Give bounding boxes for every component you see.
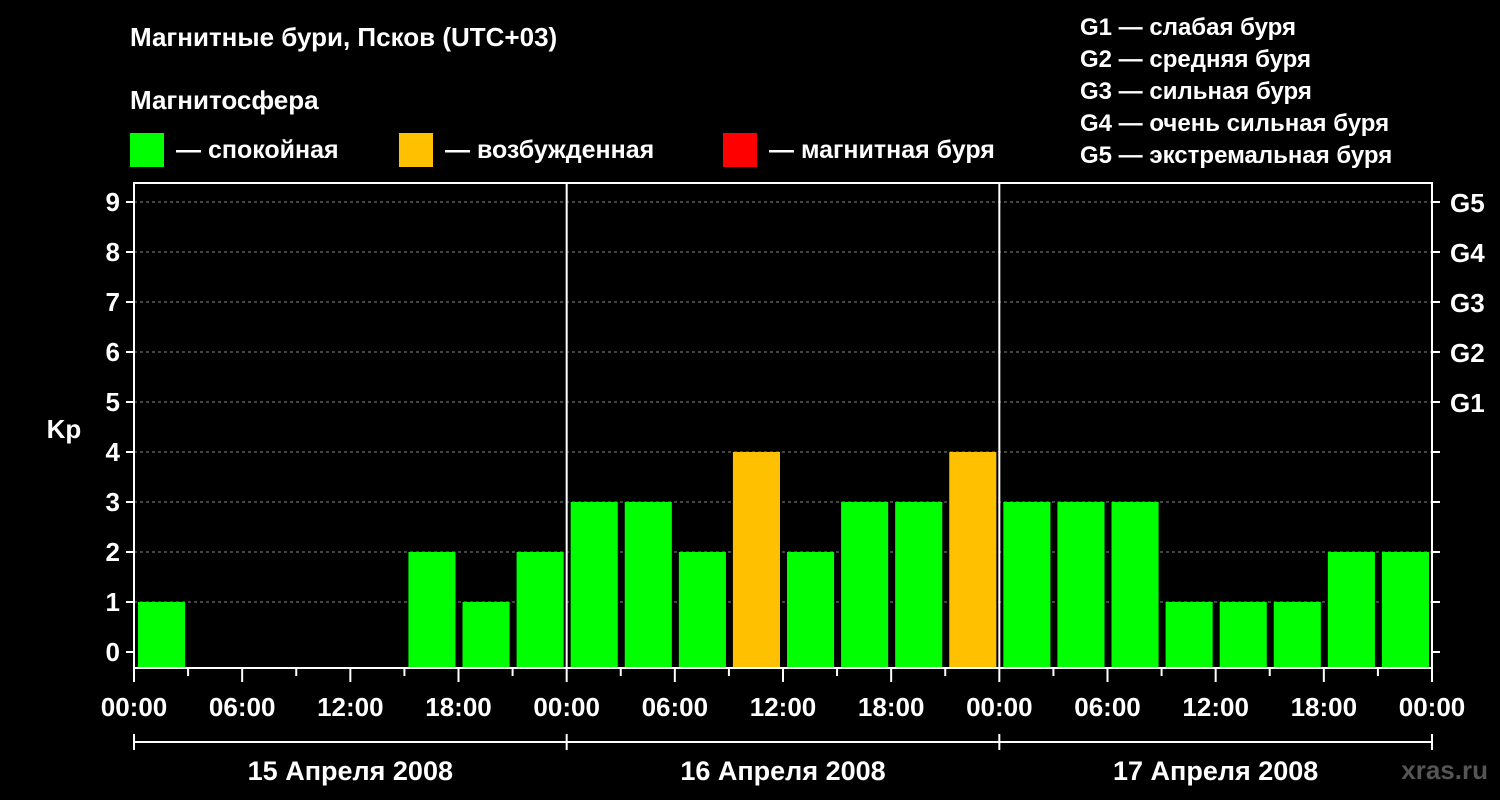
kp-bar xyxy=(408,552,456,668)
kp-bar xyxy=(732,452,780,668)
day-label: 16 Апреля 2008 xyxy=(680,756,885,786)
kp-bar xyxy=(462,602,510,668)
x-tick-label: 06:00 xyxy=(209,692,276,722)
y-tick-label: 1 xyxy=(106,587,120,617)
x-tick-label: 12:00 xyxy=(750,692,817,722)
day-label: 15 Апреля 2008 xyxy=(248,756,453,786)
kp-bar xyxy=(1165,602,1213,668)
kp-bar xyxy=(1381,552,1429,668)
x-tick-label: 18:00 xyxy=(1291,692,1358,722)
y-tick-label: 6 xyxy=(106,337,120,367)
kp-bar xyxy=(516,552,564,668)
x-tick-label: 00:00 xyxy=(533,692,600,722)
kp-bar xyxy=(624,502,672,668)
y-tick-label: 4 xyxy=(106,437,121,467)
g-scale-label: G5 xyxy=(1450,188,1485,218)
g-scale-label: G3 xyxy=(1450,288,1485,318)
kp-bar xyxy=(787,552,835,668)
g-scale-label: G1 xyxy=(1450,388,1485,418)
y-tick-label: 0 xyxy=(106,637,120,667)
kp-bar xyxy=(678,552,726,668)
kp-bar xyxy=(895,502,943,668)
x-tick-label: 00:00 xyxy=(1399,692,1466,722)
g-scale-label: G2 xyxy=(1450,338,1485,368)
x-tick-label: 12:00 xyxy=(317,692,384,722)
x-tick-label: 00:00 xyxy=(966,692,1033,722)
kp-bar xyxy=(1111,502,1159,668)
y-tick-label: 2 xyxy=(106,537,120,567)
kp-bar-chart: 0 1 2 3 4 5 6 7 8 9 Kp G1 G2 G3 G4 G5 00:00 06:00 12:00 18:… xyxy=(47,182,1485,786)
kp-bar xyxy=(138,602,186,668)
kp-bar xyxy=(949,452,997,668)
kp-bar xyxy=(841,502,889,668)
x-tick-label: 00:00 xyxy=(101,692,168,722)
kp-bar xyxy=(1327,552,1375,668)
y-tick-label: 8 xyxy=(106,237,120,267)
y-tick-label: 7 xyxy=(106,287,120,317)
x-tick-label: 18:00 xyxy=(858,692,925,722)
g-scale-label: G4 xyxy=(1450,238,1485,268)
kp-bar xyxy=(1003,502,1051,668)
y-tick-label: 5 xyxy=(106,387,120,417)
plot-border xyxy=(133,182,1433,669)
kp-bar xyxy=(1273,602,1321,668)
y-tick-label: 3 xyxy=(106,487,120,517)
x-tick-label: 12:00 xyxy=(1182,692,1249,722)
y-axis-label: Kp xyxy=(47,414,82,444)
kp-bar xyxy=(1057,502,1105,668)
watermark: xras.ru xyxy=(1401,755,1488,785)
x-tick-label: 06:00 xyxy=(1074,692,1141,722)
y-tick-label: 9 xyxy=(106,187,120,217)
day-label: 17 Апреля 2008 xyxy=(1113,756,1318,786)
x-tick-label: 18:00 xyxy=(425,692,492,722)
kp-bar xyxy=(1219,602,1267,668)
x-tick-label: 06:00 xyxy=(642,692,709,722)
kp-bar xyxy=(570,502,618,668)
